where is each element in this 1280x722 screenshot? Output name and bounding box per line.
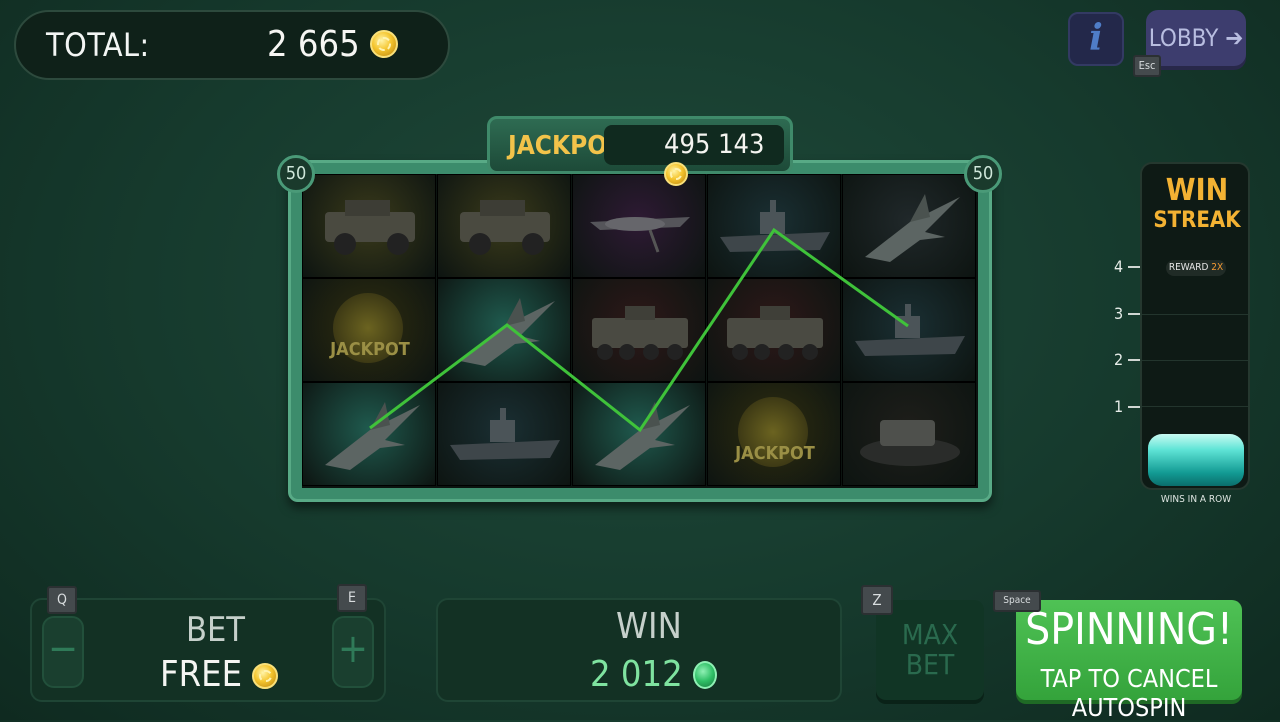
- streak-divider: [1142, 360, 1248, 361]
- win-amount: 2 012: [590, 654, 683, 695]
- streak-tick-4: 4: [1114, 257, 1124, 276]
- jackpot-value: 495 143: [664, 129, 784, 191]
- bet-label: BET: [186, 610, 245, 650]
- bet-increase-button[interactable]: +: [332, 616, 374, 688]
- total-value: 2 665: [267, 24, 398, 65]
- gold-coin-icon: [370, 30, 398, 58]
- paylines-badge-left: 50: [277, 155, 315, 193]
- streak-tick-1: 1: [1114, 397, 1124, 416]
- spin-button[interactable]: SPINNING! TAP TO CANCEL AUTOSPIN: [1016, 600, 1242, 722]
- info-button[interactable]: i: [1068, 12, 1124, 66]
- tick-mark: [1128, 266, 1140, 268]
- total-amount: 2 665: [267, 24, 360, 65]
- esc-key-hint: Esc: [1133, 55, 1161, 77]
- win-streak-title-line1: WIN: [1165, 173, 1229, 208]
- bet-decrease-button[interactable]: −: [42, 616, 84, 688]
- tick-mark: [1128, 359, 1140, 361]
- e-key-hint: E: [337, 584, 367, 612]
- win-line-path: [369, 227, 909, 433]
- total-label: TOTAL:: [46, 26, 150, 64]
- bet-value: FREE: [160, 654, 279, 695]
- max-bet-button[interactable]: MAX BET: [876, 600, 984, 700]
- reels-grid: JACKPOT JACKPOT: [302, 174, 978, 488]
- gold-coin-icon: [252, 663, 279, 689]
- win-line: [369, 227, 909, 433]
- streak-progress-fill: [1148, 434, 1244, 486]
- streak-divider: [1142, 406, 1248, 407]
- win-streak-panel: WIN STREAK REWARD 2X: [1140, 162, 1250, 490]
- max-bet-line1: MAX: [901, 618, 959, 651]
- tick-mark: [1128, 313, 1140, 315]
- z-key-hint: Z: [861, 585, 893, 615]
- q-key-hint: Q: [47, 586, 77, 614]
- win-streak-title: WIN STREAK: [1150, 176, 1244, 236]
- gold-coin-icon: [664, 162, 688, 186]
- reward-label: REWARD: [1168, 262, 1209, 273]
- lobby-button[interactable]: LOBBY ➔: [1146, 10, 1246, 66]
- win-value: 2 012: [590, 654, 717, 695]
- spin-subtitle: TAP TO CANCEL AUTOSPIN: [1040, 664, 1218, 722]
- reward-badge: REWARD 2X: [1166, 260, 1226, 276]
- tick-mark: [1128, 406, 1140, 408]
- jackpot-value-box: 495 143: [604, 125, 784, 186]
- win-streak-title-line2: STREAK: [1153, 208, 1241, 233]
- streak-tick-3: 3: [1114, 304, 1124, 323]
- spin-title: SPINNING!: [1025, 604, 1233, 655]
- win-label: WIN: [616, 606, 682, 647]
- wins-in-a-row-caption: WINS IN A ROW: [1160, 494, 1232, 505]
- streak-divider: [1142, 314, 1248, 315]
- jackpot-amount: 495 143: [664, 129, 765, 160]
- bet-amount: FREE: [160, 654, 243, 695]
- jackpot-panel: JACKPOT 495 143: [487, 116, 793, 186]
- paylines-badge-right: 50: [964, 155, 1002, 193]
- reward-value: 2X: [1211, 262, 1224, 273]
- space-key-hint: Space: [993, 590, 1041, 612]
- green-gem-icon: [693, 661, 717, 689]
- total-balance-panel: TOTAL: 2 665: [14, 10, 450, 80]
- max-bet-line2: BET: [905, 648, 955, 681]
- streak-tick-2: 2: [1114, 350, 1124, 369]
